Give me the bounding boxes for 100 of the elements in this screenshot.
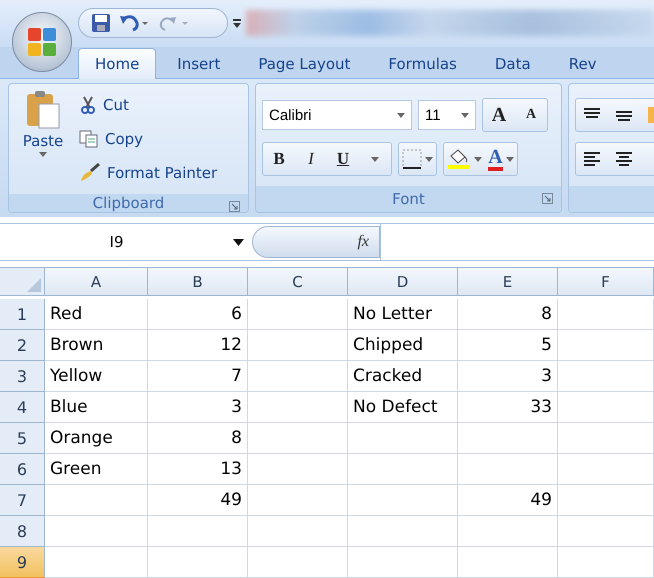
table-cell[interactable] bbox=[248, 547, 348, 578]
undo-icon[interactable] bbox=[119, 13, 149, 34]
font-size-field[interactable]: 11 bbox=[418, 100, 476, 130]
italic-button[interactable]: I bbox=[295, 143, 327, 176]
table-cell[interactable]: 49 bbox=[148, 485, 248, 516]
table-cell[interactable] bbox=[558, 516, 654, 547]
table-cell[interactable] bbox=[558, 423, 654, 454]
row-header[interactable]: 9 bbox=[0, 547, 45, 578]
row-header[interactable]: 8 bbox=[0, 516, 45, 547]
table-cell[interactable] bbox=[248, 423, 348, 454]
table-cell[interactable] bbox=[558, 299, 654, 330]
table-cell[interactable]: 3 bbox=[458, 361, 558, 392]
row-header[interactable]: 6 bbox=[0, 454, 45, 485]
column-header[interactable]: E bbox=[458, 268, 558, 296]
caret-icon bbox=[506, 156, 514, 162]
table-cell[interactable] bbox=[558, 392, 654, 423]
table-cell[interactable]: Brown bbox=[45, 330, 148, 361]
table-cell[interactable]: 49 bbox=[458, 485, 558, 516]
table-cell[interactable] bbox=[45, 485, 148, 516]
table-cell[interactable]: Cracked bbox=[348, 361, 458, 392]
column-header[interactable]: B bbox=[148, 268, 248, 296]
format-painter-button[interactable]: Format Painter bbox=[79, 158, 218, 188]
table-cell[interactable] bbox=[248, 516, 348, 547]
cut-button[interactable]: Cut bbox=[79, 90, 218, 120]
column-header[interactable]: D bbox=[348, 268, 458, 296]
table-cell[interactable]: Orange bbox=[45, 423, 148, 454]
table-cell[interactable] bbox=[348, 516, 458, 547]
table-cell[interactable] bbox=[348, 547, 458, 578]
copy-button[interactable]: Copy bbox=[79, 124, 218, 154]
table-cell[interactable] bbox=[45, 516, 148, 547]
table-cell[interactable] bbox=[458, 516, 558, 547]
table-cell[interactable]: Red bbox=[45, 299, 148, 330]
column-header[interactable]: F bbox=[558, 268, 654, 296]
ribbon-tab[interactable]: Home bbox=[78, 48, 156, 80]
table-cell[interactable] bbox=[558, 454, 654, 485]
paste-button[interactable]: Paste bbox=[15, 90, 71, 188]
row-header[interactable]: 2 bbox=[0, 330, 45, 361]
caret-icon bbox=[474, 156, 482, 162]
table-cell[interactable] bbox=[248, 330, 348, 361]
customize-icon[interactable] bbox=[232, 17, 242, 30]
table-cell[interactable]: 5 bbox=[458, 330, 558, 361]
table-cell[interactable] bbox=[248, 485, 348, 516]
ribbon-tab[interactable]: Data bbox=[478, 48, 548, 80]
table-cell[interactable] bbox=[458, 547, 558, 578]
table-cell[interactable] bbox=[148, 547, 248, 578]
table-cell[interactable]: No Letter bbox=[348, 299, 458, 330]
ribbon-tab[interactable]: Page Layout bbox=[241, 48, 368, 80]
row-header[interactable]: 3 bbox=[0, 361, 45, 392]
paint-bucket-icon bbox=[447, 148, 471, 170]
table-cell[interactable]: 8 bbox=[148, 423, 248, 454]
name-box[interactable]: I9 bbox=[0, 224, 252, 260]
insert-function-button[interactable]: fx bbox=[252, 226, 380, 258]
table-cell[interactable] bbox=[558, 485, 654, 516]
table-cell[interactable] bbox=[558, 330, 654, 361]
grow-font-button[interactable]: A bbox=[483, 99, 515, 132]
underline-button[interactable]: U bbox=[327, 143, 359, 176]
table-cell[interactable] bbox=[348, 454, 458, 485]
dialog-launcher-icon[interactable] bbox=[229, 201, 240, 212]
row-header[interactable]: 1 bbox=[0, 299, 45, 330]
row-header[interactable]: 7 bbox=[0, 485, 45, 516]
table-cell[interactable]: 6 bbox=[148, 299, 248, 330]
table-cell[interactable]: 7 bbox=[148, 361, 248, 392]
table-cell[interactable] bbox=[248, 392, 348, 423]
table-cell[interactable]: Green bbox=[45, 454, 148, 485]
table-cell[interactable] bbox=[348, 485, 458, 516]
table-cell[interactable]: 33 bbox=[458, 392, 558, 423]
table-cell[interactable] bbox=[558, 547, 654, 578]
table-cell[interactable] bbox=[248, 361, 348, 392]
table-cell[interactable]: Yellow bbox=[45, 361, 148, 392]
table-cell[interactable]: 12 bbox=[148, 330, 248, 361]
table-cell[interactable]: 3 bbox=[148, 392, 248, 423]
clipboard-icon bbox=[25, 90, 61, 130]
table-cell[interactable] bbox=[148, 516, 248, 547]
ribbon-tab[interactable]: Formulas bbox=[371, 48, 474, 80]
table-cell[interactable]: 13 bbox=[148, 454, 248, 485]
shrink-font-button[interactable]: A bbox=[515, 99, 547, 132]
ribbon-tab[interactable]: Insert bbox=[160, 48, 238, 80]
table-cell[interactable]: Chipped bbox=[348, 330, 458, 361]
dialog-launcher-icon[interactable] bbox=[542, 193, 553, 204]
column-header[interactable]: A bbox=[45, 268, 148, 296]
ribbon-tab[interactable]: Rev bbox=[552, 48, 614, 80]
table-cell[interactable] bbox=[348, 423, 458, 454]
dropdown-arrow-icon bbox=[233, 238, 244, 246]
column-header[interactable]: C bbox=[248, 268, 348, 296]
table-cell[interactable]: No Defect bbox=[348, 392, 458, 423]
row-header[interactable]: 5 bbox=[0, 423, 45, 454]
save-icon[interactable] bbox=[91, 13, 111, 34]
table-cell[interactable] bbox=[558, 361, 654, 392]
table-cell[interactable] bbox=[45, 547, 148, 578]
font-name-field[interactable]: Calibri bbox=[262, 100, 412, 130]
table-cell[interactable] bbox=[248, 299, 348, 330]
table-cell[interactable]: 8 bbox=[458, 299, 558, 330]
group-label: Clipboard bbox=[92, 194, 164, 212]
select-all-button[interactable] bbox=[0, 268, 45, 296]
table-cell[interactable] bbox=[458, 454, 558, 485]
table-cell[interactable]: Blue bbox=[45, 392, 148, 423]
bold-button[interactable]: B bbox=[263, 143, 295, 176]
table-cell[interactable] bbox=[248, 454, 348, 485]
row-header[interactable]: 4 bbox=[0, 392, 45, 423]
table-cell[interactable] bbox=[458, 423, 558, 454]
